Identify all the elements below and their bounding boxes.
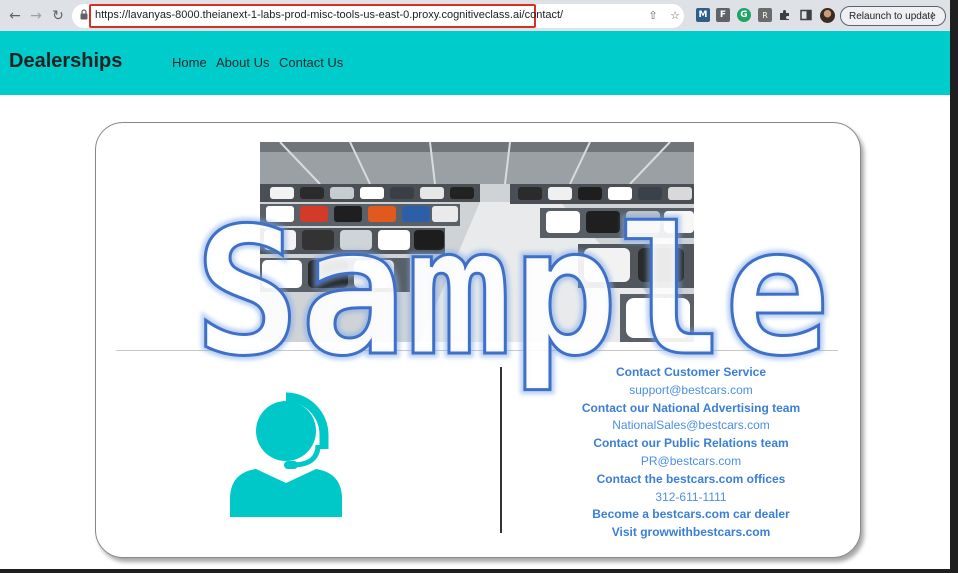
contact-heading[interactable]: Contact our Public Relations team (566, 435, 816, 453)
contact-detail[interactable]: PR@bestcars.com (566, 453, 816, 471)
relaunch-label: Relaunch to update (849, 10, 936, 22)
screen: ← → ↻ https://lavanyas-8000.theianext-1-… (0, 0, 958, 573)
contact-detail[interactable]: 312-611-1111 (566, 489, 816, 507)
extension-m-label: M (698, 10, 708, 20)
lock-icon (80, 9, 88, 20)
contact-heading[interactable]: Contact our National Advertising team (566, 400, 816, 418)
horizontal-divider (116, 350, 838, 351)
navbar: Dealerships Home About Us Contact Us (0, 31, 950, 95)
share-icon[interactable]: ⇧ (646, 8, 660, 22)
url-text[interactable]: https://lavanyas-8000.theianext-1-labs-p… (95, 9, 563, 21)
extension-g-label: G (740, 10, 748, 20)
extension-f-label: F (719, 10, 727, 20)
reload-icon[interactable]: ↻ (48, 6, 68, 26)
arrow-right-icon[interactable]: → (26, 6, 46, 26)
contact-heading[interactable]: Contact the bestcars.com offices (566, 471, 816, 489)
extension-r-label: R (762, 10, 768, 20)
contact-detail[interactable]: support@bestcars.com (566, 382, 816, 400)
nav-link-about[interactable]: About Us (216, 55, 269, 70)
browser-toolbar: ← → ↻ https://lavanyas-8000.theianext-1-… (0, 0, 950, 31)
puzzle-icon[interactable] (778, 8, 792, 22)
vertical-divider (500, 367, 502, 533)
page-viewport: Dealerships Home About Us Contact Us Con… (0, 31, 950, 569)
contact-heading[interactable]: Contact Customer Service (566, 364, 816, 382)
contact-heading[interactable]: Visit growwithbestcars.com (566, 524, 816, 542)
extension-m-icon[interactable]: M (696, 8, 710, 22)
nav-link-contact[interactable]: Contact Us (279, 55, 343, 70)
nav-link-home[interactable]: Home (172, 55, 207, 70)
extension-f-icon[interactable]: F (716, 8, 730, 22)
arrow-left-icon[interactable]: ← (5, 6, 25, 26)
side-panel-icon[interactable] (799, 8, 813, 22)
extension-g-icon[interactable]: G (737, 8, 751, 22)
contact-heading[interactable]: Become a bestcars.com car dealer (566, 506, 816, 524)
contact-list: Contact Customer Service support@bestcars… (566, 364, 816, 542)
relaunch-button[interactable]: Relaunch to update ⋮ (840, 6, 946, 26)
profile-avatar[interactable] (820, 8, 835, 23)
star-icon[interactable]: ☆ (668, 8, 682, 22)
extension-r-icon[interactable]: R (758, 8, 772, 22)
menu-dots-icon[interactable]: ⋮ (927, 10, 938, 23)
contact-card: Contact Customer Service support@bestcars… (95, 122, 861, 558)
headset-agent-icon (230, 392, 342, 517)
brand-title[interactable]: Dealerships (9, 50, 122, 73)
contact-detail[interactable]: NationalSales@bestcars.com (566, 417, 816, 435)
parking-lot-image (260, 142, 694, 342)
